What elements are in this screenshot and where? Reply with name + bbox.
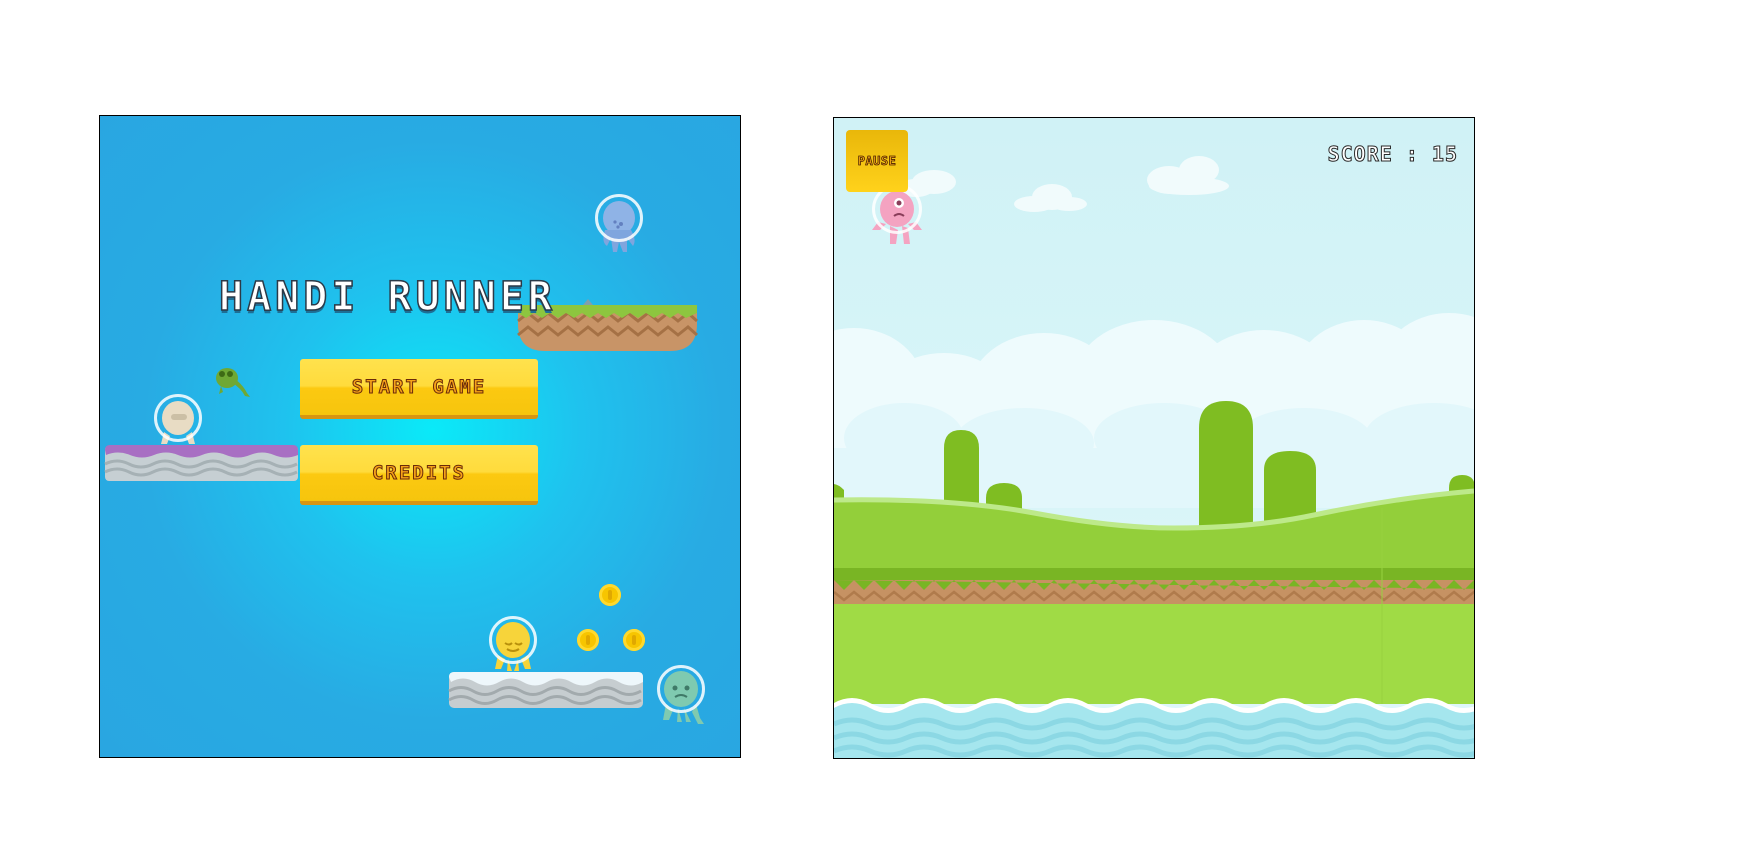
green-alien-icon xyxy=(656,664,706,732)
menu-screen: HANDI RUNNER START GAME CREDITS xyxy=(99,115,741,758)
game-screen: PAUSE SCORE : 15 xyxy=(833,117,1475,759)
helmet-icon xyxy=(154,394,202,442)
game-title: HANDI RUNNER xyxy=(218,273,556,321)
blue-alien-icon xyxy=(595,194,643,266)
start-game-label: START GAME xyxy=(351,376,487,399)
pause-button[interactable]: PAUSE xyxy=(846,130,908,192)
helmet-icon xyxy=(657,665,705,713)
ice-platform xyxy=(448,672,643,708)
purple-platform xyxy=(104,445,298,481)
helmet-icon xyxy=(489,616,537,664)
credits-label: CREDITS xyxy=(371,462,467,485)
score-display: SCORE : 15 xyxy=(1327,142,1458,167)
coin-icon xyxy=(577,629,599,651)
credits-button[interactable]: CREDITS xyxy=(300,445,538,505)
beige-alien-icon xyxy=(154,394,202,446)
frog-icon xyxy=(213,364,255,400)
helmet-icon xyxy=(595,194,643,242)
coin-icon xyxy=(623,629,645,651)
start-game-button[interactable]: START GAME xyxy=(300,359,538,419)
coin-icon xyxy=(599,584,621,606)
yellow-alien-icon xyxy=(488,615,538,675)
pause-label: PAUSE xyxy=(857,154,897,169)
game-scenery xyxy=(834,118,1474,758)
